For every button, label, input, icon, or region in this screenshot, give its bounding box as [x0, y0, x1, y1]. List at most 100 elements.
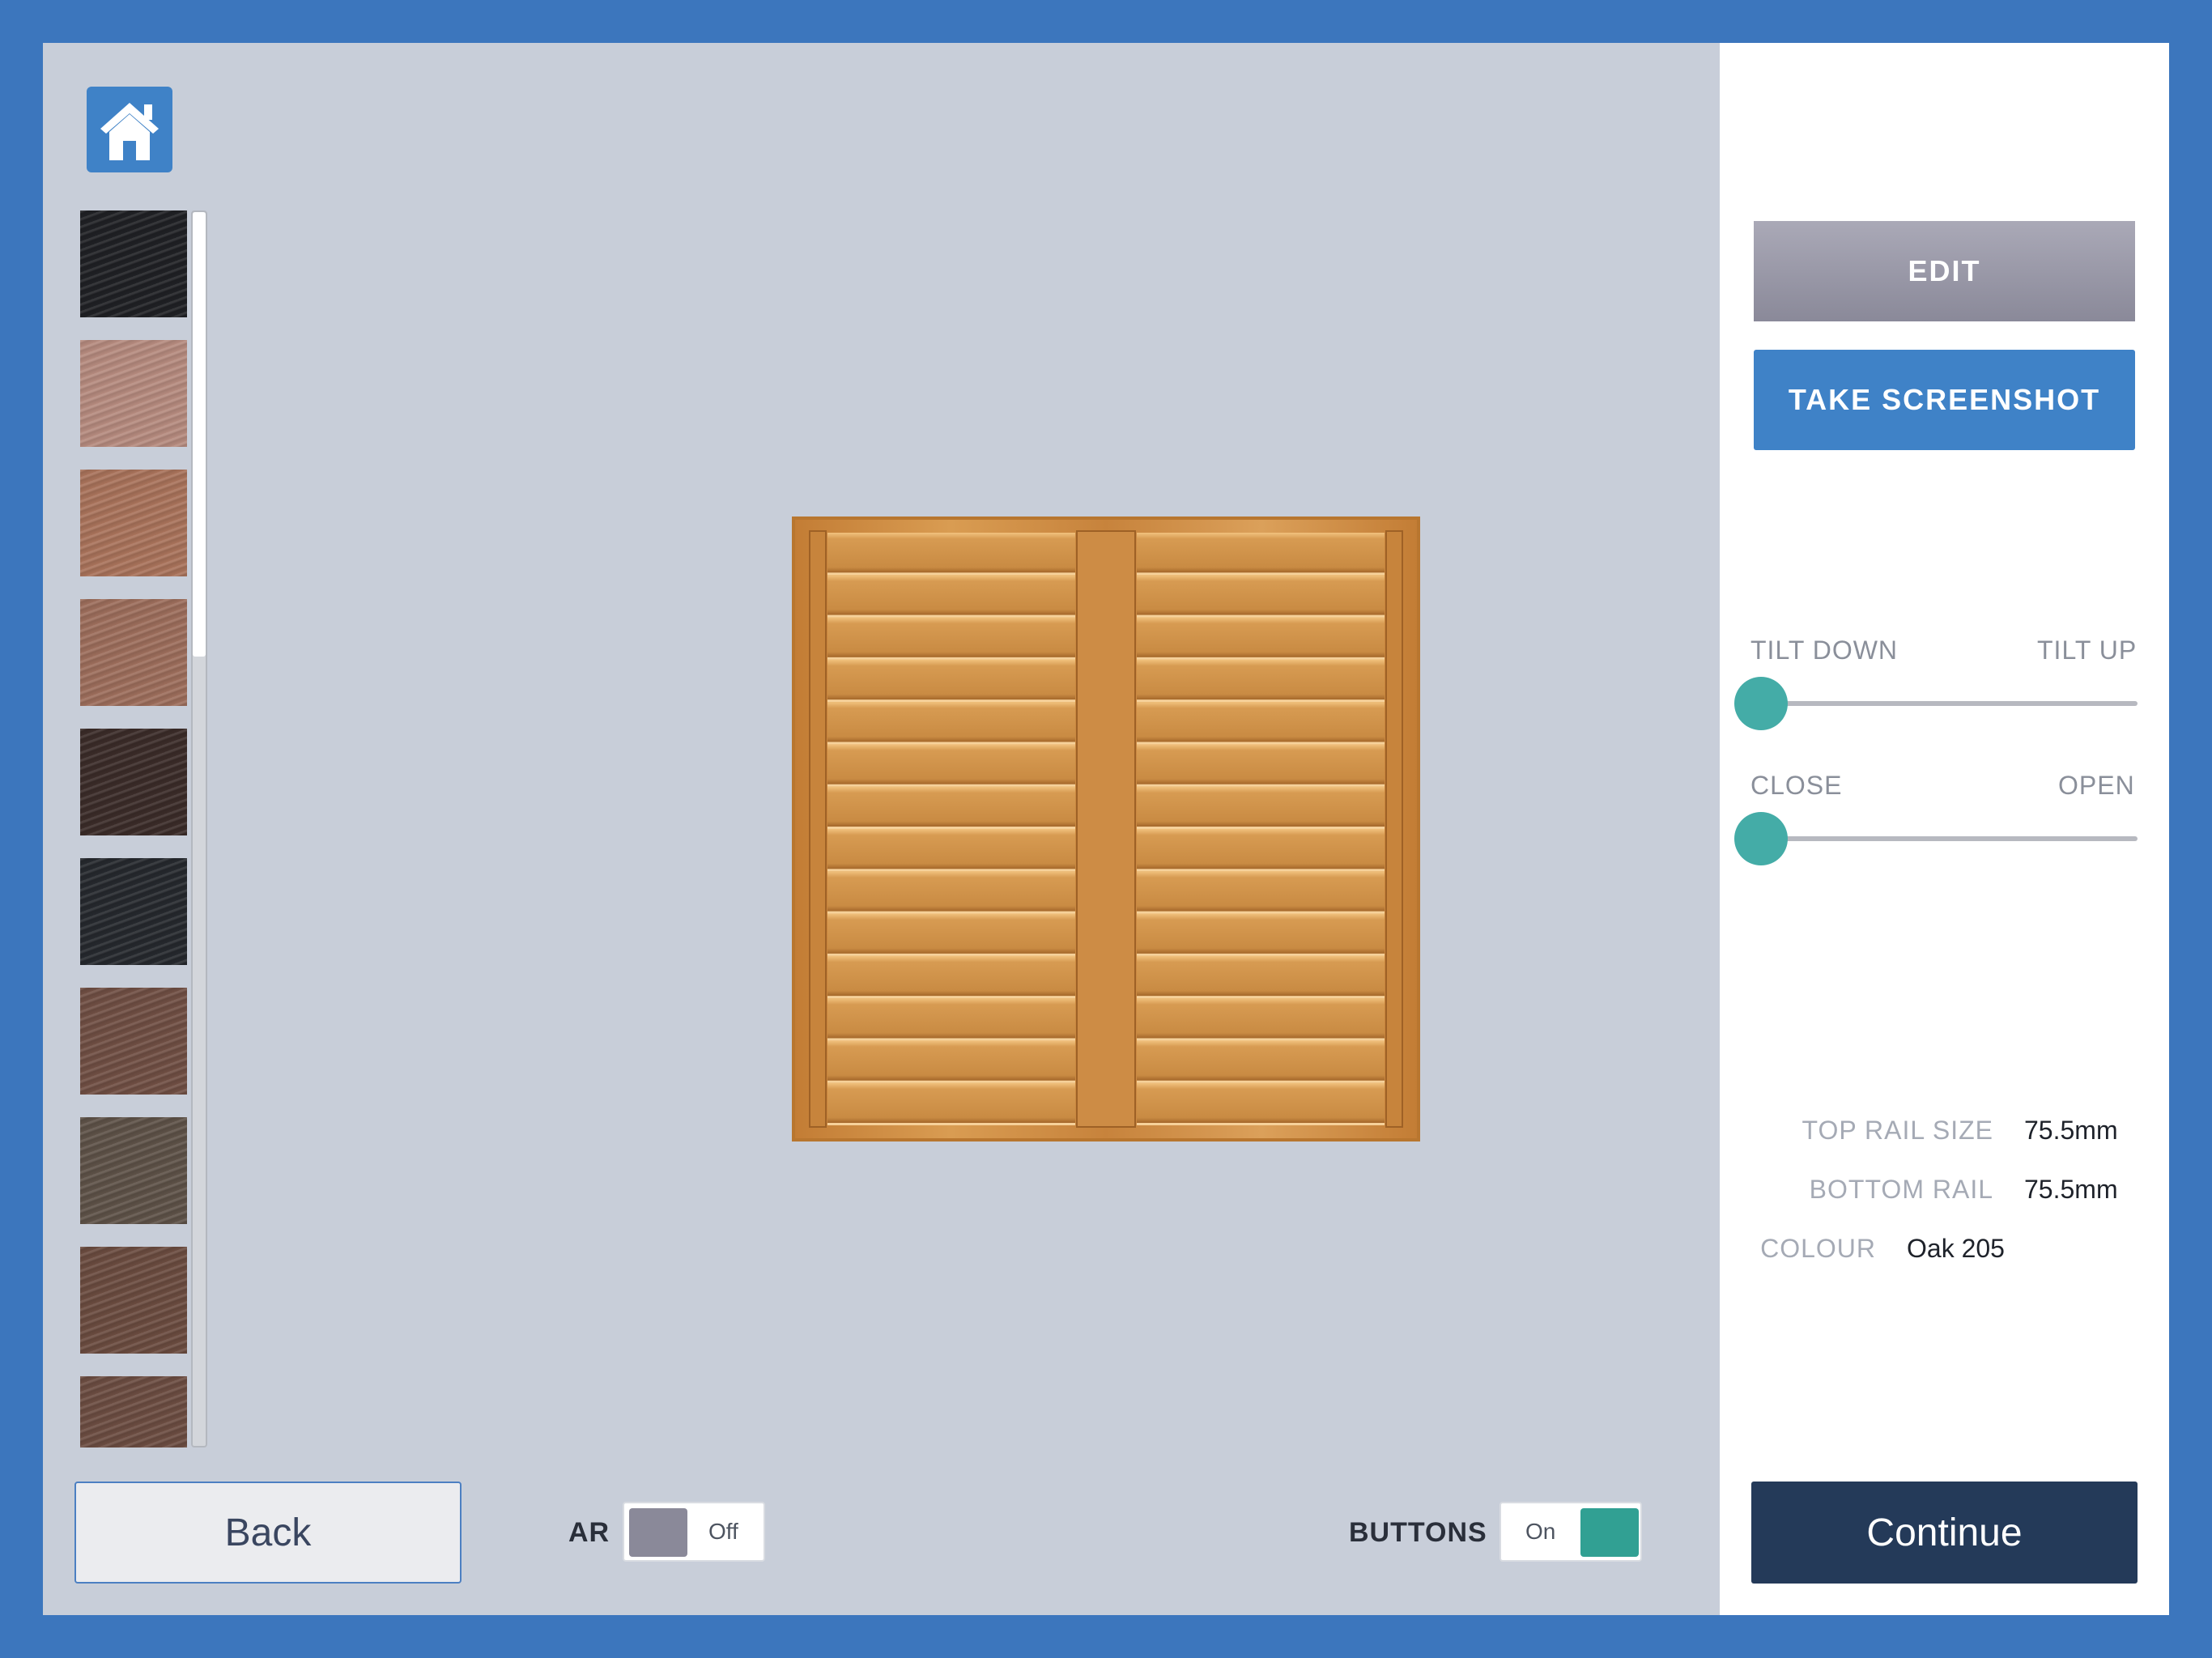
swatch-scrollbar-thumb[interactable]: [193, 212, 206, 657]
louvre-edge: [827, 699, 1075, 703]
louvre-edge: [1137, 1123, 1385, 1125]
open-slider-track[interactable]: [1761, 836, 2138, 841]
swatch-terracotta[interactable]: [80, 470, 187, 576]
take-screenshot-button[interactable]: TAKE SCREENSHOT: [1754, 350, 2135, 450]
louvre-edge: [1137, 614, 1385, 618]
louvre-edge: [827, 742, 1075, 745]
louvre-edge: [1137, 1080, 1385, 1083]
top-rail-label: TOP RAIL SIZE: [1802, 1116, 1993, 1145]
ar-toggle-label: AR: [568, 1517, 610, 1548]
open-label: OPEN: [2058, 771, 2135, 800]
louvre: [1137, 829, 1385, 870]
louvre: [1137, 702, 1385, 743]
swatch-pink-light[interactable]: [80, 340, 187, 447]
louvre: [827, 786, 1075, 827]
louvre-edge: [827, 996, 1075, 999]
louvre: [1137, 871, 1385, 912]
louvre: [1137, 659, 1385, 701]
louvre: [827, 998, 1075, 1039]
buttons-toggle[interactable]: On: [1499, 1502, 1642, 1562]
louvre: [827, 955, 1075, 997]
louvre-edge: [1137, 657, 1385, 660]
louvre-edge: [827, 827, 1075, 829]
top-rail-value: 75.5mm: [2024, 1116, 2118, 1145]
louvre: [1137, 786, 1385, 827]
louvre-edge: [1137, 742, 1385, 745]
swatch-mahogany[interactable]: [80, 988, 187, 1095]
swatch-list[interactable]: [79, 210, 210, 1448]
ar-toggle-state: Off: [708, 1519, 738, 1544]
continue-button[interactable]: Continue: [1751, 1482, 2138, 1584]
louvre-edge: [1137, 1038, 1385, 1041]
louvre: [827, 871, 1075, 912]
swatch-black[interactable]: [80, 210, 187, 317]
louvre-edge: [1137, 827, 1385, 829]
louvre-edge: [1137, 699, 1385, 703]
louvre: [1137, 744, 1385, 785]
colour-label: COLOUR: [1760, 1234, 1876, 1263]
louvre-edge: [827, 784, 1075, 787]
louvre: [827, 829, 1075, 870]
louvre-edge: [827, 1123, 1075, 1125]
shutter-image: [792, 517, 1420, 1141]
louvre-edge: [827, 869, 1075, 872]
close-label: CLOSE: [1750, 771, 1843, 800]
louvre: [827, 533, 1075, 574]
louvre-edge: [1137, 869, 1385, 872]
louvre: [827, 1040, 1075, 1082]
louvre: [1137, 1082, 1385, 1124]
bottom-rail-label: BOTTOM RAIL: [1809, 1175, 1993, 1204]
louvre: [1137, 1040, 1385, 1082]
louvre-edge: [1137, 996, 1385, 999]
home-icon: [100, 103, 159, 160]
louvre: [1137, 575, 1385, 616]
louvre: [1137, 998, 1385, 1039]
louvre: [827, 1082, 1075, 1124]
louvre-edge: [827, 572, 1075, 576]
shutter-louvres-right: [1137, 533, 1385, 1125]
louvre-edge: [827, 953, 1075, 956]
louvre: [1137, 955, 1385, 997]
louvre: [827, 617, 1075, 658]
home-button[interactable]: [87, 87, 172, 172]
tilt-slider-knob[interactable]: [1734, 677, 1788, 730]
swatch-charcoal[interactable]: [80, 858, 187, 965]
louvre-edge: [827, 1080, 1075, 1083]
swatch-terracotta-2[interactable]: [80, 599, 187, 706]
louvre: [1137, 913, 1385, 954]
louvre-edge: [827, 657, 1075, 660]
tilt-slider-track[interactable]: [1761, 701, 2138, 706]
swatch-smoke-brown[interactable]: [80, 1117, 187, 1224]
louvre: [1137, 533, 1385, 574]
swatch-cocoa[interactable]: [80, 1376, 187, 1448]
louvre: [827, 744, 1075, 785]
ar-toggle-knob: [629, 1508, 687, 1557]
colour-value: Oak 205: [1907, 1234, 2005, 1263]
louvre-edge: [1137, 953, 1385, 956]
louvre-edge: [1137, 911, 1385, 914]
louvre-edge: [827, 614, 1075, 618]
buttons-toggle-state: On: [1525, 1519, 1556, 1544]
tilt-up-label: TILT UP: [2037, 636, 2138, 665]
back-button[interactable]: Back: [74, 1482, 462, 1584]
shutter-louvres-left: [827, 533, 1075, 1125]
louvre-edge: [1137, 572, 1385, 576]
ar-toggle[interactable]: Off: [623, 1502, 765, 1562]
tilt-down-label: TILT DOWN: [1750, 636, 1899, 665]
louvre: [827, 702, 1075, 743]
buttons-toggle-label: BUTTONS: [1349, 1517, 1487, 1548]
edit-button[interactable]: EDIT: [1754, 221, 2135, 321]
louvre: [1137, 617, 1385, 658]
louvre: [827, 659, 1075, 701]
louvre-edge: [827, 1038, 1075, 1041]
swatch-walnut[interactable]: [80, 1247, 187, 1354]
louvre-edge: [1137, 784, 1385, 787]
louvre: [827, 575, 1075, 616]
open-slider-knob[interactable]: [1734, 812, 1788, 865]
shutter-preview: [792, 517, 1420, 1141]
swatch-dark-brown[interactable]: [80, 729, 187, 835]
buttons-toggle-knob: [1580, 1508, 1639, 1557]
louvre-edge: [827, 911, 1075, 914]
bottom-rail-value: 75.5mm: [2024, 1175, 2118, 1204]
louvre: [827, 913, 1075, 954]
